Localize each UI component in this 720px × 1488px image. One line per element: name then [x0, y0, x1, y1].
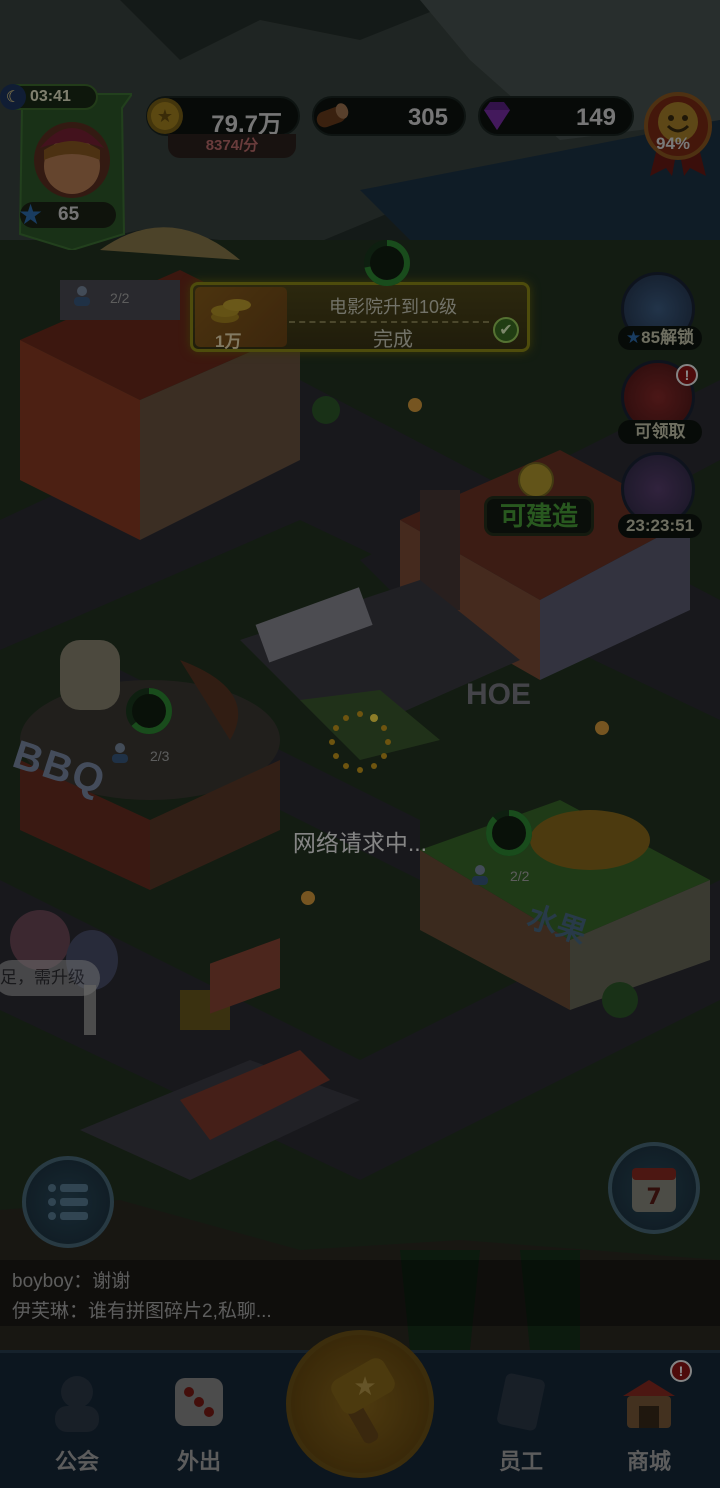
tab-guild[interactable]: 公会 — [22, 1366, 132, 1476]
cafe-occupancy: 2/2 — [110, 290, 130, 306]
chat-message: 谁有拼图碎片2,私聊... — [88, 1301, 272, 1322]
clock-time: 03:41 — [30, 88, 71, 105]
dice-icon — [175, 1378, 223, 1426]
tab-guild-label: 公会 — [54, 1449, 99, 1474]
menu-button[interactable] — [22, 1156, 114, 1248]
coin-rate: 8374/分 — [168, 134, 296, 158]
chat-user: boyboy： — [12, 1271, 93, 1292]
chat-preview[interactable]: boyboy：谢谢 伊芙琳：谁有拼图碎片2,私聊... — [0, 1260, 720, 1326]
coin-icon: ★ — [147, 98, 183, 134]
tab-staff[interactable]: 员工 — [466, 1366, 576, 1476]
gift-button[interactable]: ! 可领取 — [618, 360, 702, 444]
task-status: 完成 — [373, 329, 413, 351]
gem-counter[interactable]: 149 — [478, 96, 634, 136]
tab-outing-label: 外出 — [176, 1449, 221, 1474]
player-avatar-panel[interactable]: ★ 65 — [12, 88, 132, 250]
coin-counter[interactable]: ★ 79.7万 — [146, 96, 300, 138]
task-banner[interactable]: 1万 电影院升到10级 完成 ✔ — [190, 282, 530, 352]
game-clock: ☾ 03:41 — [0, 84, 98, 110]
tab-staff-label: 员工 — [498, 1449, 543, 1474]
task-reward-amount: 1万 — [215, 332, 242, 351]
hammer-icon: ★ — [331, 1358, 395, 1444]
bbq-occupancy: 2/3 — [150, 748, 170, 764]
guild-icon — [55, 1376, 99, 1432]
moon-icon: ☾ — [0, 84, 26, 110]
gift-label: 可领取 — [618, 420, 702, 444]
tab-outing[interactable]: 外出 — [144, 1366, 254, 1476]
chat-message: 谢谢 — [92, 1271, 131, 1292]
satisfaction-value: 94% — [656, 134, 691, 153]
star-icon: ★ — [18, 199, 44, 230]
fruit-progress-ring — [486, 810, 532, 856]
person-icon — [74, 286, 90, 306]
tab-shop[interactable]: 商城 ! — [594, 1360, 704, 1476]
fruit-occupancy: 2/2 — [510, 868, 530, 884]
player-level: 65 — [58, 204, 80, 225]
staff-book-icon — [497, 1373, 545, 1431]
hammer-build-button[interactable]: ★ — [286, 1330, 434, 1478]
svg-text:★: ★ — [353, 1372, 376, 1402]
chat-line: 伊芙琳：谁有拼图碎片2,私聊... — [12, 1296, 272, 1323]
calendar-button[interactable]: 7 — [608, 1142, 700, 1234]
buildable-label[interactable]: 可建造 — [484, 496, 594, 536]
person-icon — [112, 743, 128, 763]
upgrade-note: 足，需升级 — [0, 960, 100, 996]
person-icon — [472, 865, 488, 885]
satisfaction-rating[interactable]: 94% — [642, 88, 714, 178]
calendar-icon: 7 — [632, 1168, 676, 1212]
smile-icon — [518, 462, 554, 498]
wood-value: 305 — [407, 104, 448, 131]
gift-notification-badge: ! — [676, 364, 698, 386]
mail-timer: 23:23:51 — [618, 514, 702, 538]
mail-button[interactable]: 23:23:51 — [618, 452, 702, 538]
wood-counter[interactable]: 305 — [312, 96, 466, 136]
loading-spinner — [329, 711, 391, 773]
unlock-button[interactable]: ★85解锁 — [618, 272, 702, 350]
tab-shop-label: 商城 — [626, 1449, 671, 1474]
chat-line: boyboy：谢谢 — [12, 1266, 130, 1293]
chat-user: 伊芙琳： — [12, 1301, 89, 1322]
svg-text:★: ★ — [157, 106, 173, 127]
checkmark-icon: ✔ — [493, 317, 519, 343]
hoe-sign: HOE — [466, 678, 532, 711]
task-title: 电影院升到10级 — [328, 297, 458, 317]
shop-notification-badge: ! — [670, 1360, 692, 1382]
player-level-badge: ★ 65 — [18, 199, 116, 230]
list-icon — [48, 1184, 88, 1220]
svg-text:7: 7 — [646, 1185, 661, 1210]
gem-value: 149 — [575, 104, 616, 131]
production-progress-ring — [364, 240, 410, 286]
loading-text: 网络请求中... — [292, 830, 428, 856]
wood-log-icon — [316, 103, 349, 128]
satisfaction-badge-icon — [644, 92, 712, 176]
diamond-icon — [484, 102, 510, 130]
unlock-label: ★85解锁 — [618, 326, 702, 350]
bbq-progress-ring — [126, 688, 172, 734]
star-icon: ★ — [625, 328, 642, 347]
unlock-text: 85解锁 — [641, 328, 695, 347]
